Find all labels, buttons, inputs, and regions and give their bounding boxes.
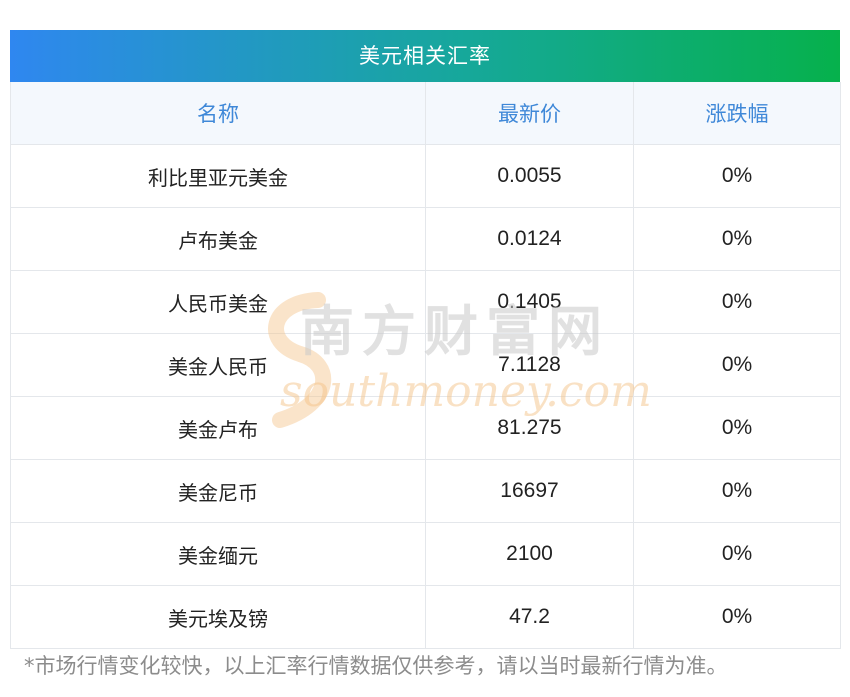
cell-price: 0.1405 xyxy=(425,270,634,334)
table-row: 美金缅元 2100 0% xyxy=(10,522,841,586)
cell-change: 0% xyxy=(633,144,841,208)
cell-price: 0.0124 xyxy=(425,207,634,271)
table-row: 人民币美金 0.1405 0% xyxy=(10,270,841,334)
cell-change: 0% xyxy=(633,396,841,460)
page: 美元相关汇率 名称 最新价 涨跌幅 利比里亚元美金 0.0055 0% 卢布美金… xyxy=(0,0,850,697)
cell-name: 美元埃及镑 xyxy=(10,585,426,649)
cell-price: 7.1128 xyxy=(425,333,634,397)
header-name: 名称 xyxy=(10,82,426,145)
cell-change: 0% xyxy=(633,459,841,523)
table-header-row: 名称 最新价 涨跌幅 xyxy=(10,82,841,145)
cell-change: 0% xyxy=(633,585,841,649)
cell-change: 0% xyxy=(633,270,841,334)
disclaimer-footnote: *市场行情变化较快，以上汇率行情数据仅供参考，请以当时最新行情为准。 xyxy=(24,654,728,678)
header-latest-price: 最新价 xyxy=(425,82,634,145)
table-row: 美金卢布 81.275 0% xyxy=(10,396,841,460)
cell-name: 卢布美金 xyxy=(10,207,426,271)
cell-name: 利比里亚元美金 xyxy=(10,144,426,208)
table-row: 美金人民币 7.1128 0% xyxy=(10,333,841,397)
cell-price: 16697 xyxy=(425,459,634,523)
exchange-rate-table: 名称 最新价 涨跌幅 利比里亚元美金 0.0055 0% 卢布美金 0.0124… xyxy=(10,82,841,649)
cell-name: 美金人民币 xyxy=(10,333,426,397)
table-row: 卢布美金 0.0124 0% xyxy=(10,207,841,271)
cell-change: 0% xyxy=(633,207,841,271)
table-row: 美元埃及镑 47.2 0% xyxy=(10,585,841,649)
table-row: 利比里亚元美金 0.0055 0% xyxy=(10,144,841,208)
cell-price: 2100 xyxy=(425,522,634,586)
cell-name: 人民币美金 xyxy=(10,270,426,334)
cell-price: 0.0055 xyxy=(425,144,634,208)
cell-name: 美金尼币 xyxy=(10,459,426,523)
cell-change: 0% xyxy=(633,522,841,586)
table-row: 美金尼币 16697 0% xyxy=(10,459,841,523)
exchange-rate-table-container: 美元相关汇率 名称 最新价 涨跌幅 利比里亚元美金 0.0055 0% 卢布美金… xyxy=(10,30,841,649)
cell-price: 81.275 xyxy=(425,396,634,460)
cell-price: 47.2 xyxy=(425,585,634,649)
header-change: 涨跌幅 xyxy=(633,82,841,145)
cell-change: 0% xyxy=(633,333,841,397)
table-title: 美元相关汇率 xyxy=(10,30,840,82)
cell-name: 美金缅元 xyxy=(10,522,426,586)
cell-name: 美金卢布 xyxy=(10,396,426,460)
